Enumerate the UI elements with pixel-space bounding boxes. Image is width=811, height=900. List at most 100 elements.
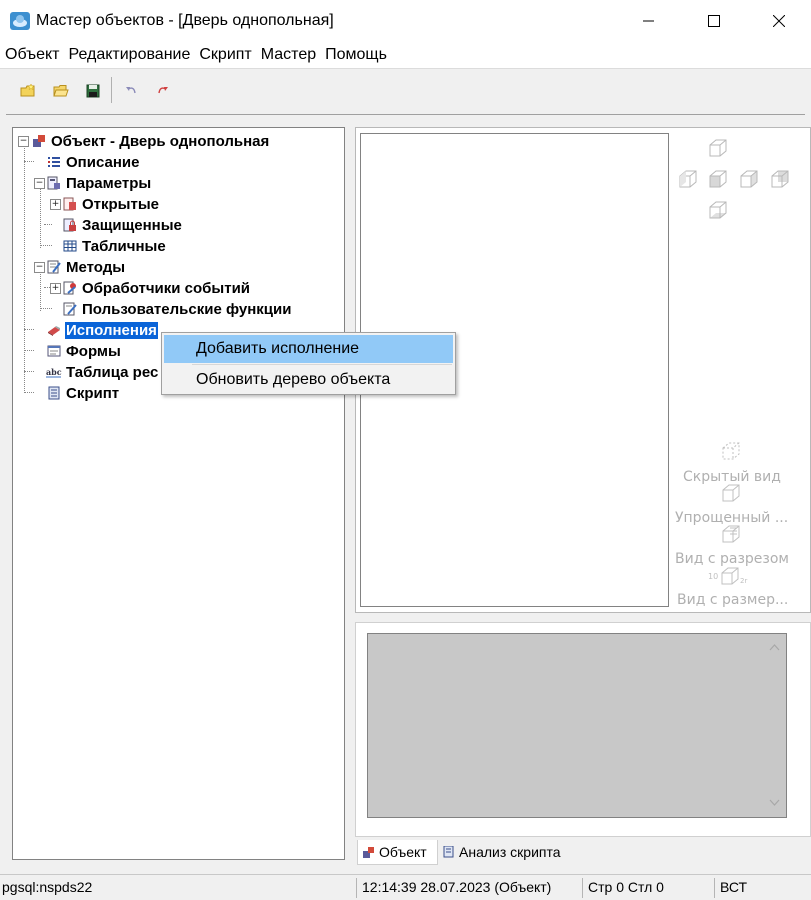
svg-text:2r: 2r	[740, 577, 747, 585]
minimize-button[interactable]	[620, 0, 678, 42]
tree-node-label: Пользовательские функции	[82, 300, 292, 318]
status-connection: pgsql:nspds22	[2, 879, 93, 895]
tree-node-protected[interactable]: Защищенные	[62, 215, 183, 235]
tab-label: Анализ скрипта	[459, 844, 561, 860]
tree-node-label: Таблица рес	[66, 363, 159, 381]
menu-edit[interactable]: Редактирование	[64, 46, 195, 64]
tree-node-forms[interactable]: Формы	[46, 341, 122, 361]
tree-node-parameters[interactable]: Параметры	[46, 173, 152, 193]
methods-icon	[46, 259, 62, 275]
tree-line	[24, 350, 34, 351]
scroll-up-icon	[769, 644, 780, 651]
tab-script-analysis[interactable]: Анализ скрипта	[440, 840, 561, 864]
hidden-view-icon	[719, 440, 741, 462]
close-button[interactable]	[750, 0, 808, 42]
context-menu-add-variant[interactable]: Добавить исполнение	[164, 335, 453, 363]
script-icon	[46, 385, 62, 401]
toolbar-separator	[111, 77, 112, 103]
object-icon	[31, 133, 47, 149]
svg-text:abc: abc	[46, 367, 62, 377]
tree-node-description[interactable]: Описание	[46, 152, 140, 172]
tree-node-variants[interactable]: Исполнения	[46, 320, 158, 340]
tree-line	[40, 245, 52, 246]
tree-line	[40, 272, 41, 311]
maximize-button[interactable]	[685, 0, 743, 42]
tree-node-resource-table[interactable]: abc Таблица рес	[46, 362, 159, 382]
view-front-cube-icon[interactable]	[706, 168, 728, 190]
new-object-button[interactable]	[19, 82, 37, 100]
context-menu-separator	[192, 364, 452, 365]
status-divider	[714, 878, 715, 898]
scroll-down-icon	[769, 799, 780, 806]
tree-node-label: Формы	[66, 342, 121, 360]
tree-collapse-toggle[interactable]: −	[18, 136, 29, 147]
abc-icon: abc	[46, 364, 62, 380]
view-top-cube-icon[interactable]	[706, 137, 728, 159]
menu-script[interactable]: Скрипт	[195, 46, 256, 64]
open-folder-icon	[53, 85, 69, 97]
tree-line	[44, 224, 52, 225]
status-bar: pgsql:nspds22 12:14:39 28.07.2023 (Объек…	[0, 874, 811, 900]
object-tree[interactable]: − − + − + Объект - Дверь однопольная Опи…	[12, 127, 345, 860]
tree-node-label: Обработчики событий	[82, 279, 251, 297]
user-functions-icon	[62, 301, 78, 317]
tab-object[interactable]: Объект	[357, 840, 438, 865]
tree-line	[24, 392, 34, 393]
menu-object[interactable]: Объект	[1, 46, 64, 64]
tab-label: Объект	[379, 844, 427, 860]
redo-button[interactable]	[154, 82, 172, 100]
simplified-view-icon	[719, 482, 741, 504]
toolbar-bottom-divider	[6, 114, 805, 115]
tree-node-root[interactable]: Объект - Дверь однопольная	[31, 131, 270, 151]
status-mode: ВСТ	[720, 879, 748, 895]
parameters-icon	[46, 175, 62, 191]
tree-node-open[interactable]: Открытые	[62, 194, 160, 214]
tree-collapse-toggle[interactable]: −	[34, 178, 45, 189]
status-divider	[582, 878, 583, 898]
view-bottom-cube-icon[interactable]	[706, 199, 728, 221]
view-right-cube-icon[interactable]	[737, 168, 759, 190]
properties-area[interactable]	[367, 633, 787, 818]
dimension-view-button[interactable]: Вид с размер...	[677, 592, 788, 608]
object-tab-icon	[363, 846, 375, 858]
save-button[interactable]	[84, 82, 102, 100]
tree-node-tabular[interactable]: Табличные	[62, 236, 167, 256]
vertical-scrollbar[interactable]	[763, 634, 786, 817]
script-tab-icon	[443, 846, 455, 858]
app-icon	[9, 10, 31, 32]
tree-node-label: Методы	[66, 258, 126, 276]
view-back-cube-icon[interactable]	[768, 168, 790, 190]
table-icon	[62, 238, 78, 254]
status-position: Стр 0 Стл 0	[588, 879, 664, 895]
tree-node-methods[interactable]: Методы	[46, 257, 126, 277]
tree-node-script[interactable]: Скрипт	[46, 383, 120, 403]
tree-expand-toggle[interactable]: +	[50, 199, 61, 210]
status-divider	[356, 878, 357, 898]
tree-node-event-handlers[interactable]: Обработчики событий	[62, 278, 251, 298]
tree-collapse-toggle[interactable]: −	[34, 262, 45, 273]
status-datetime: 12:14:39 28.07.2023 (Объект)	[362, 879, 552, 895]
form-icon	[46, 343, 62, 359]
menu-wizard[interactable]: Мастер	[257, 46, 321, 64]
tree-expand-toggle[interactable]: +	[50, 283, 61, 294]
menu-help[interactable]: Помощь	[321, 46, 392, 64]
title-bar: Мастер объектов - [Дверь однопольная]	[0, 0, 811, 42]
tree-line	[24, 371, 34, 372]
tree-line	[24, 146, 25, 391]
open-button[interactable]	[52, 82, 70, 100]
list-icon	[46, 154, 62, 170]
context-menu-refresh-tree[interactable]: Обновить дерево объекта	[164, 366, 453, 394]
view-left-cube-icon[interactable]	[676, 168, 698, 190]
tree-line	[40, 308, 52, 309]
undo-button[interactable]	[122, 82, 140, 100]
tree-line	[24, 161, 34, 162]
tree-node-user-functions[interactable]: Пользовательские функции	[62, 299, 292, 319]
toolbar	[0, 68, 811, 115]
window-title: Мастер объектов - [Дверь однопольная]	[36, 12, 334, 29]
tree-line	[40, 188, 41, 248]
tree-node-label: Защищенные	[82, 216, 182, 234]
undo-icon	[126, 87, 136, 94]
event-handlers-icon	[62, 280, 78, 296]
menu-bar: Объект Редактирование Скрипт Мастер Помо…	[0, 42, 811, 68]
dimension-view-icon: 10 2r	[708, 565, 752, 587]
